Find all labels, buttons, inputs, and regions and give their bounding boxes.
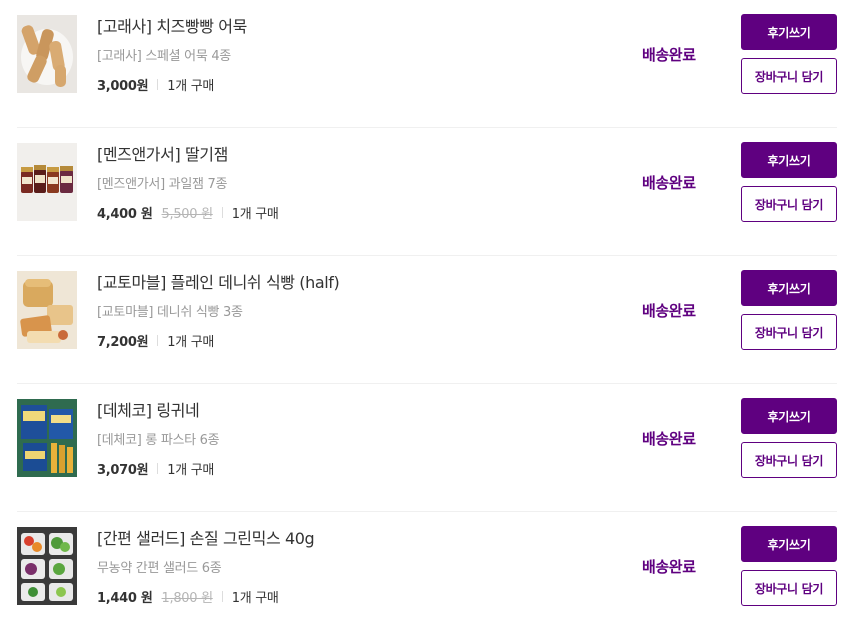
fishcake-icon[interactable] [17, 15, 77, 93]
add-to-cart-button[interactable]: 장바구니 담기 [741, 314, 837, 350]
product-title[interactable]: [데체코] 링귀네 [97, 397, 200, 421]
quantity: 1개 구매 [231, 207, 279, 222]
product-subtitle: 무농약 간편 샐러드 6종 [97, 561, 222, 576]
product-subtitle: [데체코] 롱 파스타 6종 [97, 433, 220, 448]
delivery-status: 배송완료 [642, 174, 696, 192]
quantity: 1개 구매 [167, 335, 215, 350]
jam-jars-icon[interactable] [17, 143, 77, 221]
divider [157, 335, 159, 346]
price-line: 4,400 원 5,500 원 1개 구매 [97, 203, 279, 222]
pasta-box-icon[interactable] [17, 399, 77, 477]
divider [157, 79, 159, 90]
product-subtitle: [교토마블] 데니쉬 식빵 3종 [97, 305, 243, 320]
add-to-cart-button[interactable]: 장바구니 담기 [741, 186, 837, 222]
add-to-cart-button[interactable]: 장바구니 담기 [741, 570, 837, 606]
product-title[interactable]: [멘즈앤가서] 딸기잼 [97, 141, 228, 165]
order-item: [멘즈앤가서] 딸기잼 [멘즈앤가서] 과일잼 7종 4,400 원 5,500… [17, 128, 837, 256]
price: 7,200원 [97, 335, 149, 350]
quantity: 1개 구매 [231, 591, 279, 606]
price-line: 1,440 원 1,800 원 1개 구매 [97, 587, 279, 606]
write-review-button[interactable]: 후기쓰기 [741, 526, 837, 562]
price: 1,440 원 [97, 591, 153, 606]
write-review-button[interactable]: 후기쓰기 [741, 270, 837, 306]
product-title[interactable]: [간편 샐러드] 손질 그린믹스 40g [97, 525, 315, 549]
price-line: 3,070원 1개 구매 [97, 459, 214, 478]
divider [157, 463, 159, 474]
quantity: 1개 구매 [167, 463, 215, 478]
write-review-button[interactable]: 후기쓰기 [741, 398, 837, 434]
product-title[interactable]: [고래사] 치즈빵빵 어묵 [97, 13, 247, 37]
salad-icon[interactable] [17, 527, 77, 605]
add-to-cart-button[interactable]: 장바구니 담기 [741, 58, 837, 94]
write-review-button[interactable]: 후기쓰기 [741, 142, 837, 178]
delivery-status: 배송완료 [642, 558, 696, 576]
order-item: [데체코] 링귀네 [데체코] 롱 파스타 6종 3,070원 1개 구매 배송… [17, 384, 837, 512]
price-line: 7,200원 1개 구매 [97, 331, 214, 350]
price: 4,400 원 [97, 207, 153, 222]
delivery-status: 배송완료 [642, 46, 696, 64]
divider [221, 207, 223, 218]
order-item: [교토마블] 플레인 데니쉬 식빵 (half) [교토마블] 데니쉬 식빵 3… [17, 256, 837, 384]
delivery-status: 배송완료 [642, 430, 696, 448]
product-title[interactable]: [교토마블] 플레인 데니쉬 식빵 (half) [97, 269, 340, 293]
add-to-cart-button[interactable]: 장바구니 담기 [741, 442, 837, 478]
divider [221, 591, 223, 602]
order-item: [고래사] 치즈빵빵 어묵 [고래사] 스페셜 어묵 4종 3,000원 1개 … [17, 0, 837, 128]
product-subtitle: [고래사] 스페셜 어묵 4종 [97, 49, 231, 64]
bread-icon[interactable] [17, 271, 77, 349]
price: 3,070원 [97, 463, 149, 478]
order-item: [간편 샐러드] 손질 그린믹스 40g 무농약 간편 샐러드 6종 1,440… [17, 512, 837, 623]
price: 3,000원 [97, 79, 149, 94]
price-line: 3,000원 1개 구매 [97, 75, 214, 94]
product-subtitle: [멘즈앤가서] 과일잼 7종 [97, 177, 228, 192]
delivery-status: 배송완료 [642, 302, 696, 320]
original-price: 1,800 원 [161, 591, 214, 606]
write-review-button[interactable]: 후기쓰기 [741, 14, 837, 50]
quantity: 1개 구매 [167, 79, 215, 94]
original-price: 5,500 원 [161, 207, 214, 222]
